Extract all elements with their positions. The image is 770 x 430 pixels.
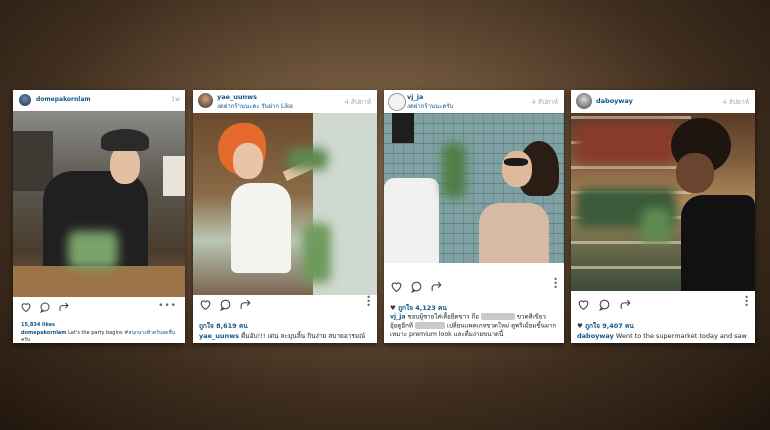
more-icon[interactable]: ••• [158,301,177,311]
username[interactable]: vj_ja [407,93,423,101]
caption-text: Went to the supermarket today and saw [615,332,747,340]
username[interactable]: domepakornlam [36,96,91,103]
caption: vj_ja ชอบผู้ชายใส่เสื้อยืดขาว ถือ ขวดสีเ… [390,313,562,339]
post-header: daboyway 4 สัปดาห์ [571,90,755,112]
action-bar: ••• [193,294,377,314]
post-card-4: daboyway 4 สัปดาห์ • • • ♥ ถูกใจ 9,407 คน … [571,90,755,343]
caption: yae_uunws ดื่มอับ!!! เด่น ละมุนลิ้น กินง… [199,332,375,341]
share-icon[interactable] [239,298,252,311]
comment-icon[interactable] [598,298,611,311]
avatar[interactable] [19,94,31,106]
post-time: 4 สัปดาห์ [722,98,749,106]
comment-icon[interactable] [219,298,232,311]
caption-hashtag[interactable]: #สนุกนางฟ้าครับสดชื่น [124,330,175,336]
caption-text-1a: ชอบผู้ชายใส่เสื้อยืดขาว ถือ [407,313,479,321]
post-card-2: yae_uunws งดฝากร้านนะคะ รับฝาก Like 4 สั… [193,90,377,343]
post-time: 4 สัปดาห์ [531,98,558,106]
caption-text-2b: เปลี่ยนแพคเกจขวดใหม่ ดูพรีเมี่ยมขึ้นมาก [446,322,557,330]
caption: domepakornlam Let's the party begins #สน… [21,330,181,343]
share-icon[interactable] [58,301,70,313]
likes-count[interactable]: 15,834 likes [21,322,55,328]
post-photo[interactable] [13,111,185,297]
post-time: 1w [171,96,180,103]
likes-count[interactable]: ♥ ถูกใจ 4,123 คน [390,303,447,313]
avatar[interactable] [576,93,592,109]
caption-username[interactable]: domepakornlam [21,330,67,336]
comment-icon[interactable] [39,301,51,313]
location[interactable]: งดฝากร้านนะครับ [407,101,453,111]
caption-text-line2: ครับ [21,336,31,343]
post-photo[interactable] [193,113,377,295]
post-photo[interactable] [384,113,564,263]
avatar[interactable] [388,93,406,111]
caption-text-3: เหมาะ premium look และดื่มง่ายขนาดนี้ [390,330,504,338]
post-card-1: domepakornlam 1w ••• 15,834 likes domepa… [13,90,185,343]
more-icon[interactable]: ••• [553,276,558,292]
more-icon[interactable]: ••• [366,294,371,310]
likes-count[interactable]: ♥ ถูกใจ 9,407 คน [577,321,634,331]
share-icon[interactable] [619,298,632,311]
caption-text-2a: อุ้ยดูอีกที [390,322,413,330]
caption-text-1b: ขวดสีเขียว [516,313,546,321]
caption-username[interactable]: daboyway [577,332,614,340]
heart-icon[interactable] [20,301,32,313]
username[interactable]: daboyway [596,97,633,105]
username[interactable]: yae_uunws [217,93,257,101]
action-bar: ••• [384,276,564,296]
post-header: domepakornlam 1w [13,90,185,110]
heart-small-icon: ♥ [390,304,399,312]
caption-username[interactable]: vj_ja [390,314,406,321]
likes-count-text: ถูกใจ 9,407 คน [585,322,634,330]
likes-count-text: ถูกใจ 4,123 คน [398,304,447,312]
comment-icon[interactable] [410,280,423,293]
location[interactable]: งดฝากร้านนะคะ รับฝาก Like [217,101,293,111]
heart-icon[interactable] [390,280,403,293]
heart-small-icon: ♥ [577,322,586,330]
censored-box [414,321,445,329]
heart-icon[interactable] [577,298,590,311]
caption-text: ดื่มอับ!!! เด่น ละมุนลิ้น กินง่าย สบายอา… [241,332,366,340]
caption: daboyway Went to the supermarket today a… [577,332,753,341]
avatar[interactable] [198,93,213,108]
heart-icon[interactable] [199,298,212,311]
post-header: vj_ja งดฝากร้านนะครับ 4 สัปดาห์ [384,90,564,112]
likes-count[interactable]: ถูกใจ 8,619 คน [199,321,248,331]
post-photo[interactable] [571,113,755,291]
post-time: 4 สัปดาห์ [344,98,371,106]
action-bar: ••• [571,294,755,314]
caption-text: Let's the party begins [68,330,123,336]
censored-box [480,313,515,320]
more-icon[interactable]: ••• [744,294,749,310]
share-icon[interactable] [430,280,443,293]
caption-username[interactable]: yae_uunws [199,332,239,340]
action-bar: ••• [13,298,185,316]
post-header: yae_uunws งดฝากร้านนะคะ รับฝาก Like 4 สั… [193,90,377,112]
post-card-3: vj_ja งดฝากร้านนะครับ 4 สัปดาห์ • • • ♥ ถู… [384,90,564,343]
